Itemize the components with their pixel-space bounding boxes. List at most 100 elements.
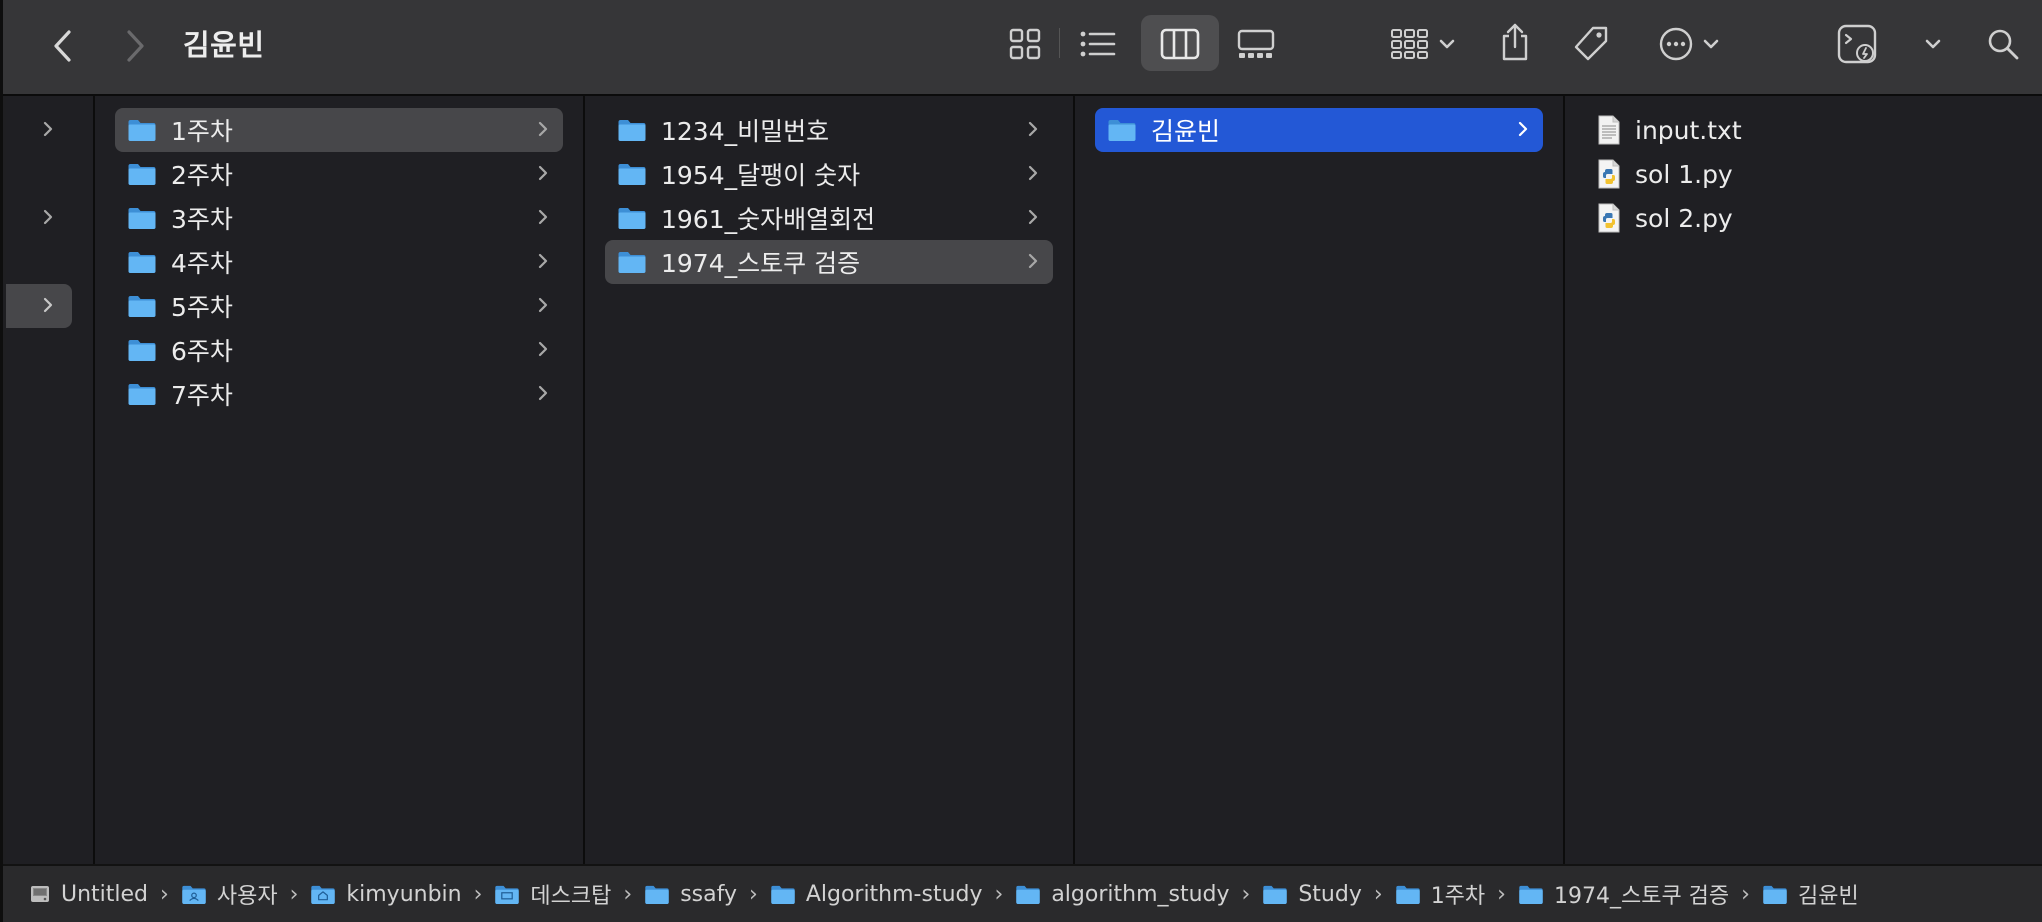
week-folder-item[interactable]: 5주차 [115, 284, 563, 328]
folder-icon [127, 206, 157, 230]
chevron-right-icon [42, 120, 54, 142]
breadcrumb-label: 김윤빈 [1797, 884, 1859, 909]
folder-icon [1518, 884, 1544, 905]
breadcrumb-item[interactable]: 1974_스토쿠 검증 [1518, 878, 1729, 910]
terminal-icon [1837, 24, 1877, 64]
week-folder-item[interactable]: 7주차 [115, 372, 563, 416]
breadcrumb-label: 사용자 [216, 884, 278, 909]
more-actions-button[interactable] [1651, 22, 1727, 66]
list-view-icon [1080, 31, 1116, 57]
list-item[interactable] [6, 196, 72, 240]
breadcrumb-item[interactable]: Algorithm-study [770, 882, 983, 907]
folder-icon [127, 250, 157, 274]
file-item-label: sol 2.py [1635, 203, 1733, 233]
chevron-right-icon [537, 208, 549, 230]
problem-folder-item[interactable]: 1234_비밀번호 [605, 108, 1053, 152]
breadcrumb-separator: › [1741, 881, 1750, 907]
folder-icon [617, 206, 647, 230]
week-folder-item[interactable]: 6주차 [115, 328, 563, 372]
group-button[interactable] [1383, 22, 1463, 66]
chevron-right-icon [537, 164, 549, 186]
breadcrumb-label: Study [1298, 881, 1362, 907]
week-folder-item[interactable]: 2주차 [115, 152, 563, 196]
folder-icon [1107, 118, 1137, 142]
author-folder-item-selected[interactable]: 김윤빈 [1095, 108, 1543, 152]
breadcrumb-item[interactable]: 사용자 [181, 878, 278, 910]
text-file-icon [1597, 115, 1621, 145]
week-folder-item-label: 2주차 [171, 161, 233, 190]
problem-folder-item[interactable]: 1954_달팽이 숫자 [605, 152, 1053, 196]
chevron-right-icon [1027, 164, 1039, 186]
week-folder-item-label: 7주차 [171, 381, 233, 410]
column-view-button[interactable] [1141, 15, 1219, 71]
forward-button[interactable] [115, 26, 155, 66]
breadcrumb-label: Algorithm-study [805, 881, 983, 907]
breadcrumb-item[interactable]: ssafy [644, 882, 737, 907]
breadcrumb-item[interactable]: 데스크탑 [494, 878, 611, 910]
file-item[interactable]: input.txt [1585, 108, 2033, 152]
column-browser: 1주차 2주차 3주차 4주차 5주차 6주차 7주차 1234_비밀번호 1954_달팽이 … [3, 96, 2042, 864]
breadcrumb-item[interactable]: 1주차 [1395, 878, 1485, 910]
search-button[interactable] [1981, 22, 2025, 66]
column-problems: 1234_비밀번호 1954_달팽이 숫자 1961_숫자배열회전 1974_스토쿠 … [585, 96, 1075, 864]
breadcrumb-label: algorithm_study [1051, 881, 1230, 907]
group-icon [1391, 29, 1428, 59]
gallery-view-button[interactable] [1233, 22, 1279, 66]
breadcrumb-separator: › [749, 881, 758, 907]
share-button[interactable] [1493, 18, 1537, 66]
chevron-right-icon [42, 208, 54, 230]
breadcrumb-label: kimyunbin [346, 881, 462, 907]
column-files: input.txt sol 1.py sol 2.py [1565, 96, 2042, 864]
folder-icon [1015, 884, 1041, 905]
expand-toolbar-button[interactable] [1921, 30, 1945, 58]
list-item[interactable] [6, 108, 72, 152]
folder-icon [644, 884, 670, 905]
folder-icon [127, 162, 157, 186]
breadcrumb-separator: › [1373, 881, 1383, 907]
tag-button[interactable] [1569, 22, 1613, 66]
week-folder-item-label: 6주차 [171, 337, 233, 366]
breadcrumb-separator: › [623, 881, 633, 907]
breadcrumb-item[interactable]: algorithm_study [1015, 881, 1230, 907]
breadcrumb-separator: › [1241, 881, 1251, 907]
folder-icon [617, 250, 647, 274]
folder-icon [127, 382, 157, 406]
terminal-button[interactable] [1833, 20, 1881, 68]
problem-folder-item-selected[interactable]: 1974_스토쿠 검증 [605, 240, 1053, 284]
author-folder-item-label: 김윤빈 [1151, 117, 1221, 146]
file-item[interactable]: sol 2.py [1585, 196, 2033, 240]
chevron-right-icon [537, 120, 549, 142]
week-folder-item[interactable]: 3주차 [115, 196, 563, 240]
week-folder-item-selected[interactable]: 1주차 [115, 108, 563, 152]
breadcrumb-separator: › [473, 881, 483, 907]
chevron-down-icon [1703, 39, 1719, 49]
chevron-right-icon [537, 296, 549, 318]
breadcrumb-item[interactable]: Study [1262, 882, 1362, 907]
list-view-button[interactable] [1076, 22, 1120, 66]
breadcrumb-label: Untitled [61, 881, 149, 907]
breadcrumb-item[interactable]: Untitled [29, 882, 148, 907]
problem-folder-item[interactable]: 1961_숫자배열회전 [605, 196, 1053, 240]
breadcrumb-separator: › [160, 881, 169, 907]
folder-icon [1762, 884, 1788, 905]
chevron-right-icon [1027, 252, 1039, 274]
column-parent [6, 96, 95, 864]
week-folder-item[interactable]: 4주차 [115, 240, 563, 284]
list-item-selected[interactable] [6, 284, 72, 328]
breadcrumb-separator: › [994, 881, 1004, 907]
problem-folder-item-label: 1961_숫자배열회전 [661, 205, 876, 234]
chevron-right-icon [42, 296, 54, 318]
python-file-icon [1597, 159, 1621, 189]
chevron-down-icon [1439, 39, 1455, 49]
breadcrumb-separator: › [289, 881, 299, 907]
breadcrumb-label: 데스크탑 [530, 884, 612, 909]
chevron-right-icon [537, 252, 549, 274]
icon-view-button[interactable] [1003, 22, 1047, 66]
breadcrumb-item[interactable]: 김윤빈 [1762, 878, 1859, 910]
chevron-right-icon [1027, 120, 1039, 142]
file-item[interactable]: sol 1.py [1585, 152, 2033, 196]
breadcrumb-item[interactable]: kimyunbin [310, 881, 462, 907]
disk-icon [29, 883, 51, 905]
column-authors: 김윤빈 [1075, 96, 1565, 864]
back-button[interactable] [43, 26, 83, 66]
